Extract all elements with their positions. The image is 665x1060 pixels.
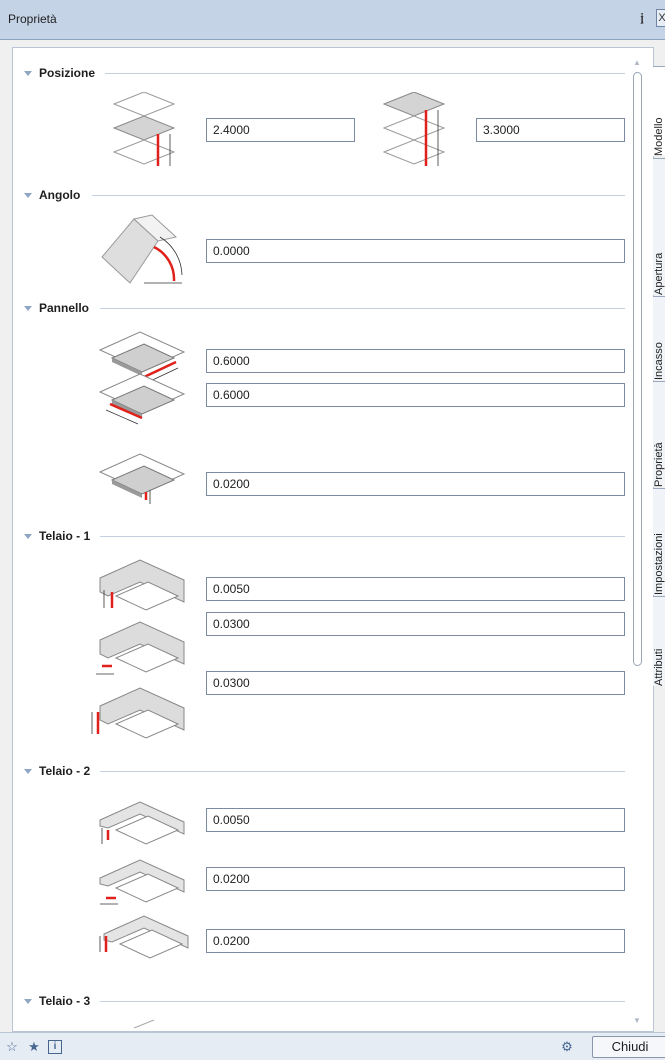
- title-bar: Proprietà 𝖏 X: [0, 0, 665, 40]
- group-divider: [100, 536, 625, 537]
- panel-depth-illustration: [98, 373, 186, 425]
- frame2-gap-illustration: [99, 801, 185, 845]
- window-title: Proprietà: [8, 12, 57, 26]
- panel-thickness-input[interactable]: 0.0200: [206, 472, 625, 496]
- group-divider: [100, 1001, 625, 1002]
- collapse-arrow-icon[interactable]: [24, 768, 32, 774]
- pin-icon[interactable]: 𝖏: [640, 10, 644, 26]
- scrollbar-thumb[interactable]: [633, 72, 642, 666]
- angle-input[interactable]: 0.0000: [206, 239, 625, 263]
- tab-proprieta[interactable]: Proprietà: [653, 381, 665, 487]
- close-button[interactable]: Chiudi: [592, 1036, 665, 1058]
- height-bottom-illustration: [112, 92, 176, 166]
- collapse-arrow-icon[interactable]: [24, 998, 32, 1004]
- frame1-width-illustration: [96, 621, 185, 675]
- panel-width-input[interactable]: 0.6000: [206, 349, 625, 373]
- tab-impostazioni[interactable]: Impostazioni: [653, 488, 665, 595]
- group-header-posizione[interactable]: Posizione: [24, 65, 95, 81]
- frame1-width-input[interactable]: 0.0300: [206, 612, 625, 636]
- group-label: Posizione: [39, 66, 96, 80]
- tab-attributi[interactable]: Attributi: [653, 596, 665, 686]
- collapse-arrow-icon[interactable]: [24, 192, 32, 198]
- panel-thickness-illustration: [98, 453, 186, 504]
- group-header-telaio-1[interactable]: Telaio - 1: [24, 528, 90, 544]
- group-divider: [100, 771, 625, 772]
- frame2-gap-input[interactable]: 0.0050: [206, 808, 625, 832]
- frame1-depth-input[interactable]: 0.0300: [206, 671, 625, 695]
- group-label: Telaio - 1: [39, 529, 91, 543]
- frame2-width-input[interactable]: 0.0200: [206, 867, 625, 891]
- close-icon[interactable]: X: [656, 9, 665, 27]
- frame1-gap-illustration: [99, 559, 185, 611]
- vertical-scrollbar[interactable]: ▲ ▼: [630, 58, 644, 1028]
- collapse-arrow-icon[interactable]: [24, 70, 32, 76]
- group-label: Telaio - 3: [39, 994, 91, 1008]
- group-label: Pannello: [39, 301, 90, 315]
- favorite-save-icon[interactable]: ★: [26, 1039, 42, 1055]
- frame2-width-illustration: [99, 859, 185, 905]
- settings-icon[interactable]: ⚙: [559, 1039, 575, 1055]
- group-header-angolo[interactable]: Angolo: [24, 187, 80, 203]
- frame2-depth-input[interactable]: 0.0200: [206, 929, 625, 953]
- collapse-arrow-icon[interactable]: [24, 533, 32, 539]
- favorite-open-icon[interactable]: ☆: [4, 1039, 20, 1055]
- group-header-telaio-2[interactable]: Telaio - 2: [24, 763, 90, 779]
- position-top-height-input[interactable]: 3.3000: [476, 118, 625, 142]
- group-header-pannello[interactable]: Pannello: [24, 300, 89, 316]
- group-divider: [105, 73, 625, 74]
- height-top-illustration: [382, 92, 446, 166]
- tab-apertura[interactable]: Apertura: [653, 158, 665, 295]
- tab-modello[interactable]: Modello: [653, 66, 665, 156]
- group-divider: [92, 195, 625, 196]
- frame2-depth-illustration: [99, 915, 189, 959]
- info-icon[interactable]: i: [48, 1040, 62, 1054]
- position-bottom-height-input[interactable]: 2.4000: [206, 118, 355, 142]
- group-label: Angolo: [39, 188, 81, 202]
- collapse-arrow-icon[interactable]: [24, 305, 32, 311]
- frame1-gap-input[interactable]: 0.0050: [206, 577, 625, 601]
- frame3-illustration-partial: [133, 1019, 155, 1029]
- bottom-toolbar: ☆ ★ i ⚙ Chiudi: [0, 1032, 665, 1060]
- tab-incasso[interactable]: Incasso: [653, 296, 665, 380]
- scroll-down-arrow-icon[interactable]: ▼: [633, 1016, 641, 1025]
- group-divider: [100, 308, 625, 309]
- frame1-depth-illustration: [91, 687, 185, 739]
- vertical-tab-strip: Modello Apertura Incasso Proprietà Impos…: [653, 66, 665, 1032]
- group-header-telaio-3[interactable]: Telaio - 3: [24, 993, 90, 1009]
- angle-illustration: [101, 214, 183, 284]
- group-label: Telaio - 2: [39, 764, 91, 778]
- panel-depth-input[interactable]: 0.6000: [206, 383, 625, 407]
- scroll-up-arrow-icon[interactable]: ▲: [633, 58, 641, 67]
